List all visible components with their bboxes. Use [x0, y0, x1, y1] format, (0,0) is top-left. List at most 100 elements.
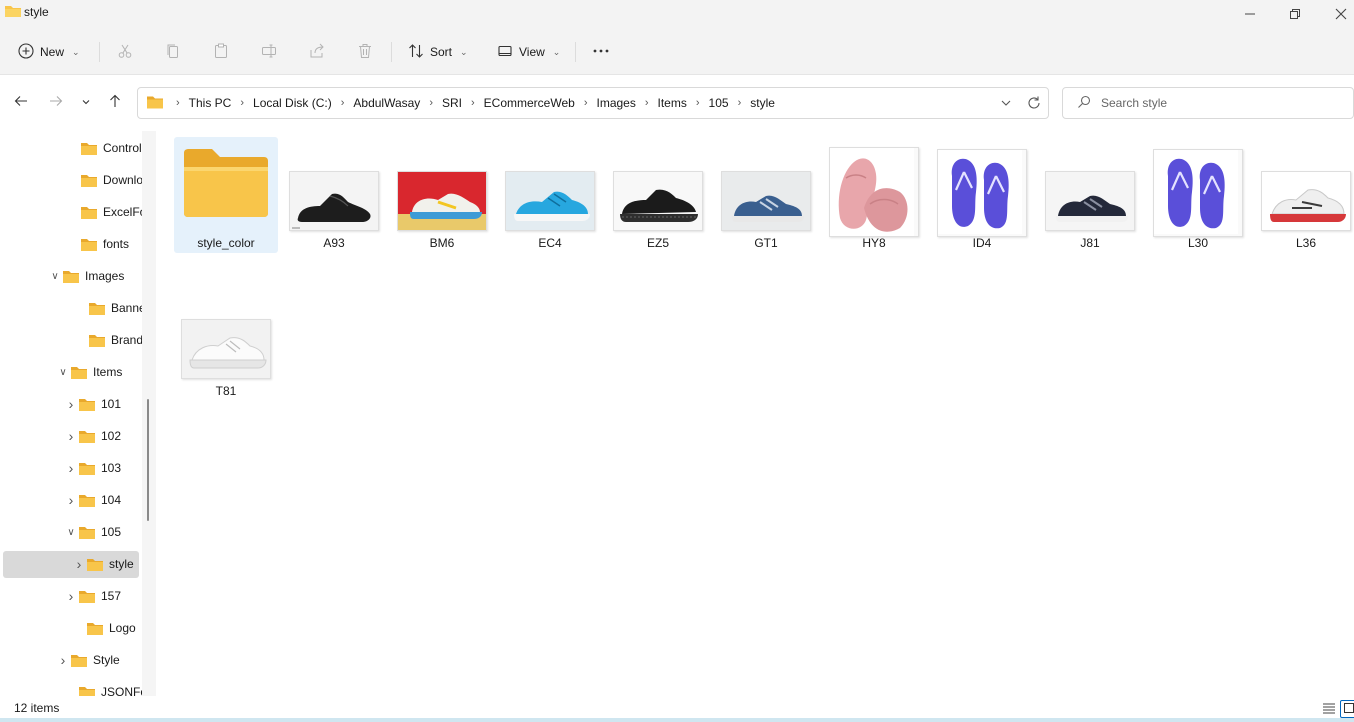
image-thumbnail-purple-flip-flops [937, 149, 1027, 237]
sidebar-item-images[interactable]: ∨ Images [48, 263, 124, 289]
sidebar-item-label: style [109, 557, 134, 571]
folder-icon [70, 365, 88, 380]
chevron-right-icon[interactable]: › [72, 556, 86, 572]
chevron-right-icon[interactable]: › [56, 652, 70, 668]
folder-item[interactable]: style_color [174, 137, 278, 253]
back-button[interactable] [7, 88, 35, 116]
sidebar-item-brand[interactable]: Brand [74, 327, 143, 353]
chevron-down-icon[interactable]: ∨ [56, 367, 70, 378]
sidebar-item-fonts[interactable]: fonts [66, 231, 129, 257]
folder-icon [182, 147, 270, 222]
minimize-button[interactable] [1227, 0, 1273, 28]
breadcrumb-item[interactable]: AbdulWasay [350, 96, 423, 110]
chevron-right-icon[interactable]: › [64, 492, 78, 508]
sidebar-item-102[interactable]: › 102 [64, 423, 121, 449]
file-name: HY8 [862, 236, 886, 250]
breadcrumb-item[interactable]: Items [655, 96, 690, 110]
address-bar[interactable]: › This PC › Local Disk (C:) › AbdulWasay › SRI ›… [137, 87, 1049, 119]
file-item[interactable]: L36 [1254, 137, 1354, 253]
file-list: style_color A93 BM6 EC4 EZ5 GT1 HY8 ID4 … [160, 131, 1354, 696]
sidebar-item-101[interactable]: › 101 [64, 391, 121, 417]
sidebar-item-controlle[interactable]: Controlle [66, 135, 151, 161]
chevron-right-icon[interactable]: › [64, 588, 78, 604]
file-item[interactable]: J81 [1038, 137, 1142, 253]
chevron-down-icon[interactable]: ∨ [64, 527, 78, 538]
chevron-down-icon: ⌄ [72, 46, 80, 57]
sidebar-item-label: Items [93, 365, 123, 379]
breadcrumb-separator-icon[interactable]: › [234, 97, 250, 109]
breadcrumb-separator-icon[interactable]: › [639, 97, 655, 109]
image-thumbnail-purple-flip-flops [1153, 149, 1243, 237]
breadcrumb-separator-icon[interactable]: › [578, 97, 594, 109]
file-item[interactable]: BM6 [390, 137, 494, 253]
breadcrumb-item[interactable]: Images [593, 96, 638, 110]
file-name: style_color [197, 236, 255, 250]
item-count: 12 items [14, 701, 60, 715]
sidebar-item-style[interactable]: › Style [56, 647, 120, 673]
file-item[interactable]: L30 [1146, 137, 1250, 253]
rename-button[interactable] [261, 37, 277, 67]
file-item[interactable]: EZ5 [606, 137, 710, 253]
breadcrumb-item[interactable]: ECommerceWeb [481, 96, 578, 110]
breadcrumb-separator-icon[interactable]: › [423, 97, 439, 109]
breadcrumb-separator-icon[interactable]: › [170, 97, 186, 109]
title-bar: style [0, 0, 1354, 28]
breadcrumb-separator-icon[interactable]: › [690, 97, 706, 109]
file-item[interactable]: HY8 [822, 137, 926, 253]
delete-button[interactable] [357, 37, 373, 67]
sidebar-item-103[interactable]: › 103 [64, 455, 121, 481]
folder-icon [78, 589, 96, 604]
breadcrumb-item[interactable]: This PC [186, 96, 235, 110]
breadcrumb-separator-icon[interactable]: › [732, 97, 748, 109]
sidebar-item-105[interactable]: ∨ 105 [64, 519, 121, 545]
sidebar-item-label: fonts [103, 237, 130, 251]
share-button[interactable] [309, 37, 325, 67]
more-options-button[interactable] [592, 37, 610, 67]
sidebar-item-104[interactable]: › 104 [64, 487, 121, 513]
command-bar: New ⌄ Sort ⌄ View ⌄ [0, 28, 1354, 75]
details-view-button[interactable] [1320, 700, 1338, 718]
breadcrumb-separator-icon[interactable]: › [465, 97, 481, 109]
refresh-icon[interactable] [1026, 93, 1042, 116]
sidebar-item-logo[interactable]: Logo [72, 615, 136, 641]
chevron-down-icon [81, 94, 91, 110]
sidebar-item-style[interactable]: › style [72, 551, 134, 577]
up-button[interactable] [101, 88, 129, 116]
paste-button[interactable] [213, 37, 229, 67]
folder-icon [78, 525, 96, 540]
file-item[interactable]: EC4 [498, 137, 602, 253]
forward-button[interactable] [42, 88, 70, 116]
file-item[interactable]: ID4 [930, 137, 1034, 253]
search-input[interactable]: Search style [1062, 87, 1354, 119]
copy-button[interactable] [165, 37, 181, 67]
breadcrumb-item[interactable]: SRI [439, 96, 465, 110]
file-item[interactable]: GT1 [714, 137, 818, 253]
breadcrumb-separator-icon[interactable]: › [335, 97, 351, 109]
breadcrumb-item[interactable]: 105 [706, 96, 732, 110]
restore-button[interactable] [1272, 0, 1318, 28]
file-item[interactable]: A93 [282, 137, 386, 253]
navigation-pane: Controlle Downloa ExcelForr fonts ∨ Images Ban… [0, 131, 156, 696]
sort-button[interactable]: Sort ⌄ [408, 37, 468, 67]
breadcrumb-item[interactable]: Local Disk (C:) [250, 96, 335, 110]
breadcrumb-item[interactable]: style [747, 96, 778, 110]
cut-button[interactable] [117, 37, 133, 67]
recent-locations-button[interactable] [72, 88, 100, 116]
chevron-right-icon[interactable]: › [64, 396, 78, 412]
address-history-chevron-icon[interactable] [1000, 93, 1012, 116]
sidebar-item-banner[interactable]: Banner [74, 295, 150, 321]
sidebar-item-157[interactable]: › 157 [64, 583, 121, 609]
arrow-up-icon [108, 94, 122, 111]
new-button[interactable]: New ⌄ [18, 37, 80, 67]
file-item[interactable]: T81 [174, 285, 278, 401]
close-button[interactable] [1318, 0, 1354, 28]
navigation-scrollbar[interactable] [142, 131, 156, 696]
view-button[interactable]: View ⌄ [497, 37, 560, 67]
chevron-right-icon[interactable]: › [64, 428, 78, 444]
chevron-down-icon[interactable]: ∨ [48, 271, 62, 282]
sidebar-item-items[interactable]: ∨ Items [56, 359, 122, 385]
scrollbar-thumb[interactable] [147, 399, 149, 521]
sidebar-item-downloa[interactable]: Downloa [66, 167, 150, 193]
large-icons-view-button[interactable] [1340, 700, 1354, 718]
chevron-right-icon[interactable]: › [64, 460, 78, 476]
